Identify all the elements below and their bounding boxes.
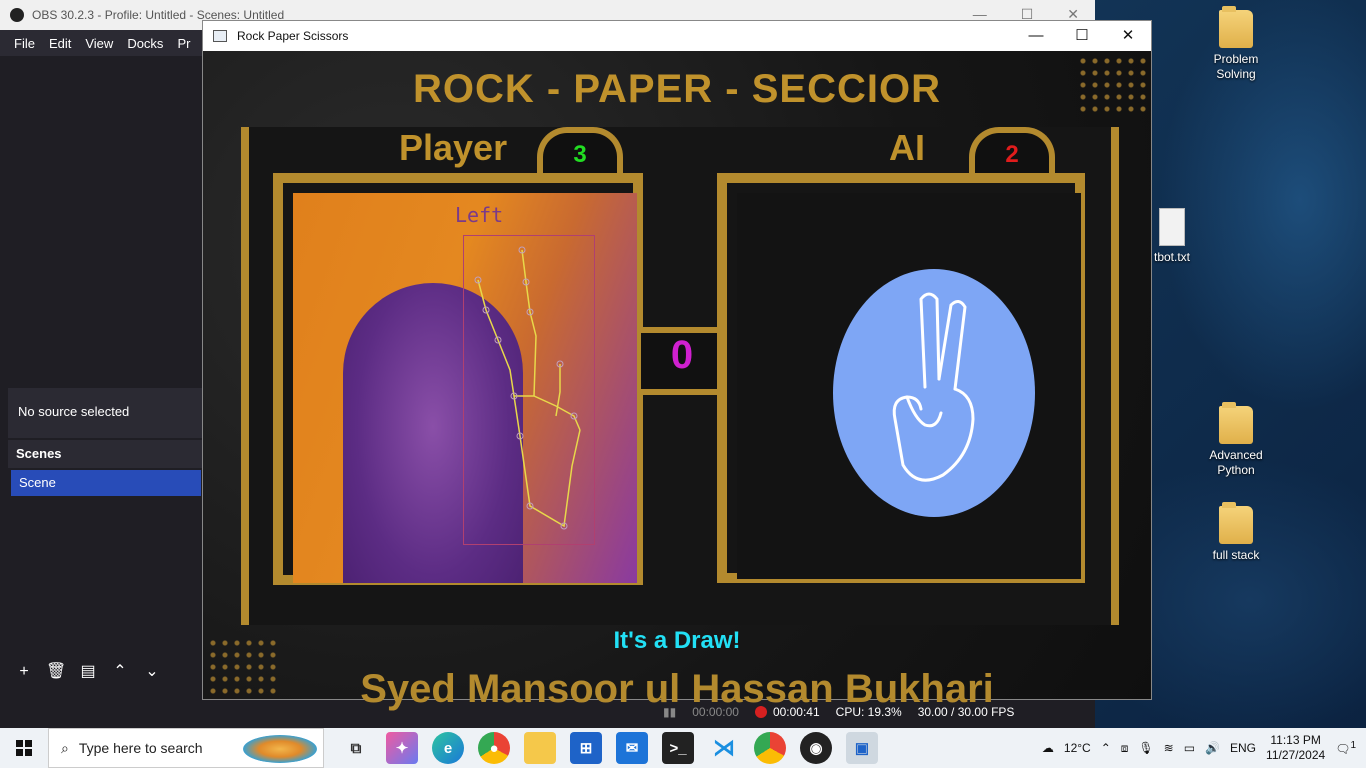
text-file-icon — [1159, 208, 1185, 246]
game-window-controls: — ☐ ✕ — [1013, 21, 1151, 51]
desktop-icon-advanced-python[interactable]: Advanced Python — [1196, 402, 1276, 478]
battery-icon[interactable]: ▭ — [1184, 741, 1195, 755]
weather-temp[interactable]: 12°C — [1064, 741, 1091, 755]
minimize-icon[interactable]: — — [1013, 21, 1059, 51]
menu-docks[interactable]: Docks — [127, 36, 163, 51]
mail-icon[interactable]: ✉ — [616, 732, 648, 764]
clock-time: 11:13 PM — [1270, 733, 1321, 747]
taskbar-search[interactable]: ⌕ Type here to search — [48, 728, 324, 768]
player-camera-frame: Left — [273, 173, 643, 585]
copilot-icon[interactable]: ✦ — [386, 732, 418, 764]
obs-taskbar-icon[interactable]: ◉ — [800, 732, 832, 764]
hand-side-label: Left — [455, 203, 504, 227]
folder-icon — [1219, 502, 1253, 544]
folder-icon — [1219, 6, 1253, 48]
hand-landmarks — [474, 246, 581, 530]
notification-count: 1 — [1350, 740, 1356, 751]
game-titlebar[interactable]: Rock Paper Scissors — ☐ ✕ — [203, 21, 1151, 51]
start-button[interactable] — [0, 728, 48, 768]
player-score: 3 — [537, 127, 623, 179]
windows-logo-icon — [16, 740, 32, 756]
no-source-label: No source selected — [8, 388, 203, 438]
game-window-title: Rock Paper Scissors — [237, 29, 349, 43]
menu-edit[interactable]: Edit — [49, 36, 71, 51]
scenes-dock-header: Scenes — [8, 440, 203, 468]
desktop-icon-problem-solving[interactable]: Problem Solving — [1196, 6, 1276, 82]
player-label: Player — [399, 127, 508, 168]
system-tray: ☁ 12°C ⌃ ⧈ 🎙 ≋ ▭ 🔊 ENG 11:13 PM 11/27/20… — [1042, 733, 1366, 763]
clock-date: 11/27/2024 — [1266, 748, 1326, 762]
round-result: It's a Draw! — [613, 627, 741, 654]
app-window-icon — [213, 30, 227, 42]
game-heading: ROCK - PAPER - SECCIOR — [413, 67, 941, 111]
ai-score: 2 — [969, 127, 1055, 179]
ai-label: AI — [889, 127, 925, 168]
weather-icon[interactable]: ☁ — [1042, 741, 1054, 755]
game-canvas: ROCK - PAPER - SECCIOR Player 3 AI 2 Lef… — [203, 51, 1151, 711]
move-up-icon[interactable]: ⌃ — [110, 662, 130, 682]
right-gold-rail — [1111, 127, 1119, 625]
obs-left-panel: No source selected Scenes Scene + 🗑 ▤ ⌃ … — [8, 56, 203, 698]
microsoft-store-icon[interactable]: ⊞ — [570, 732, 602, 764]
ai-choice-oval — [833, 269, 1035, 517]
scenes-toolbar: + 🗑 ▤ ⌃ ⌄ — [14, 662, 162, 682]
camera-tray-icon[interactable]: ⧈ — [1121, 741, 1129, 756]
ai-panel — [737, 193, 1081, 579]
folder-icon — [1219, 402, 1253, 444]
notification-icon[interactable]: 🗨1 — [1335, 740, 1356, 756]
rps-game-window: Rock Paper Scissors — ☐ ✕ ROCK - PAPER -… — [202, 20, 1152, 711]
right-connector — [643, 389, 723, 395]
chrome-profile-icon[interactable] — [754, 732, 786, 764]
vscode-icon[interactable]: ⋊ — [708, 732, 740, 764]
desktop-icon-full-stack[interactable]: full stack — [1196, 502, 1276, 563]
ai-choice-frame — [717, 173, 1085, 583]
wifi-icon[interactable]: ≋ — [1164, 741, 1174, 755]
language-indicator[interactable]: ENG — [1230, 741, 1256, 755]
maximize-icon[interactable]: ☐ — [1059, 21, 1105, 51]
obs-logo-icon — [10, 8, 24, 22]
taskbar-apps: ⧉ ✦ e ● ⊞ ✉ >_ ⋊ ◉ ▣ — [340, 732, 878, 764]
menu-file[interactable]: File — [14, 36, 35, 51]
chevron-up-icon[interactable]: ⌃ — [1101, 741, 1111, 755]
search-highlight-icon — [243, 735, 317, 763]
terminal-icon[interactable]: >_ — [662, 732, 694, 764]
add-scene-icon[interactable]: + — [14, 662, 34, 682]
left-gold-rail — [241, 127, 249, 625]
microphone-icon[interactable]: 🎙 — [1138, 741, 1153, 755]
windows-taskbar: ⌕ Type here to search ⧉ ✦ e ● ⊞ ✉ >_ ⋊ ◉… — [0, 728, 1366, 768]
delete-scene-icon[interactable]: 🗑 — [46, 662, 66, 682]
search-icon: ⌕ — [61, 739, 69, 756]
menu-view[interactable]: View — [85, 36, 113, 51]
author-credit: Syed Mansoor ul Hassan Bukhari — [360, 667, 994, 711]
filter-scene-icon[interactable]: ▤ — [78, 662, 98, 682]
game-board: Player 3 AI 2 Left 0 — [241, 127, 1119, 625]
webcam-feed: Left — [293, 193, 637, 583]
edge-icon[interactable]: e — [432, 732, 464, 764]
clock[interactable]: 11:13 PM 11/27/2024 — [1266, 733, 1325, 763]
scissors-hand-icon — [892, 292, 975, 482]
menu-profile[interactable]: Pr — [177, 36, 190, 51]
close-icon[interactable]: ✕ — [1105, 21, 1151, 51]
task-view-icon[interactable]: ⧉ — [340, 732, 372, 764]
search-placeholder: Type here to search — [78, 740, 203, 756]
scene-list-item[interactable]: Scene — [11, 470, 201, 496]
hand-bounding-box — [463, 235, 595, 545]
volume-icon[interactable]: 🔊 — [1205, 741, 1220, 755]
python-app-icon[interactable]: ▣ — [846, 732, 878, 764]
draw-counter: 0 — [641, 333, 723, 389]
file-explorer-icon[interactable] — [524, 732, 556, 764]
move-down-icon[interactable]: ⌄ — [142, 662, 162, 682]
chrome-icon[interactable]: ● — [478, 732, 510, 764]
